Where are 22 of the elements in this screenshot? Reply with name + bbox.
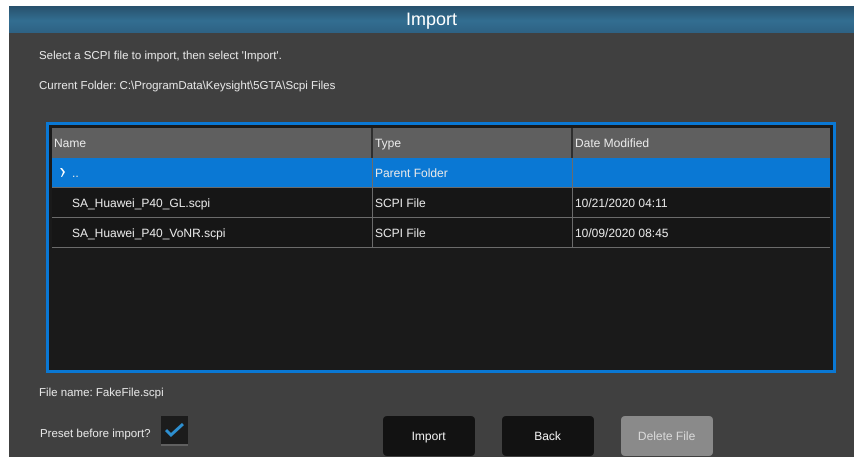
file-row[interactable]: SA_Huawei_P40_GL.scpi SCPI File 10/21/2020 04:11 [52,188,830,218]
file-name: SA_Huawei_P40_VoNR.scpi [72,226,226,240]
preset-checkbox[interactable] [160,416,188,446]
file-row[interactable]: SA_Huawei_P40_VoNR.scpi SCPI File 10/09/2020 08:45 [52,218,830,248]
file-type: SCPI File [375,196,426,210]
dialog-button[interactable]: Import [382,416,475,456]
date-modified: 10/09/2020 08:45 [575,226,668,240]
column-header[interactable]: Date Modified [573,128,830,158]
checkmark-icon [164,423,184,437]
preset-label: Preset before import? [40,427,151,441]
file-name: SA_Huawei_P40_GL.scpi [72,196,210,210]
file-row[interactable]: .. Parent Folder [52,158,830,188]
parent-folder-icon [60,168,65,177]
current-folder: Current Folder: C:\ProgramData\Keysight\5GTA\Scpi Files [39,79,336,93]
file-type: SCPI File [375,226,426,240]
dialog-button[interactable]: Back [502,416,594,456]
file-name: .. [72,166,79,180]
instructions: Select a SCPI file to import, then select 'Import'. [39,49,283,63]
file-type: Parent Folder [375,166,448,180]
date-modified: 10/21/2020 04:11 [575,196,668,210]
file-name-label: File name: FakeFile.scpi [39,386,165,400]
window-title: Import [9,6,854,33]
